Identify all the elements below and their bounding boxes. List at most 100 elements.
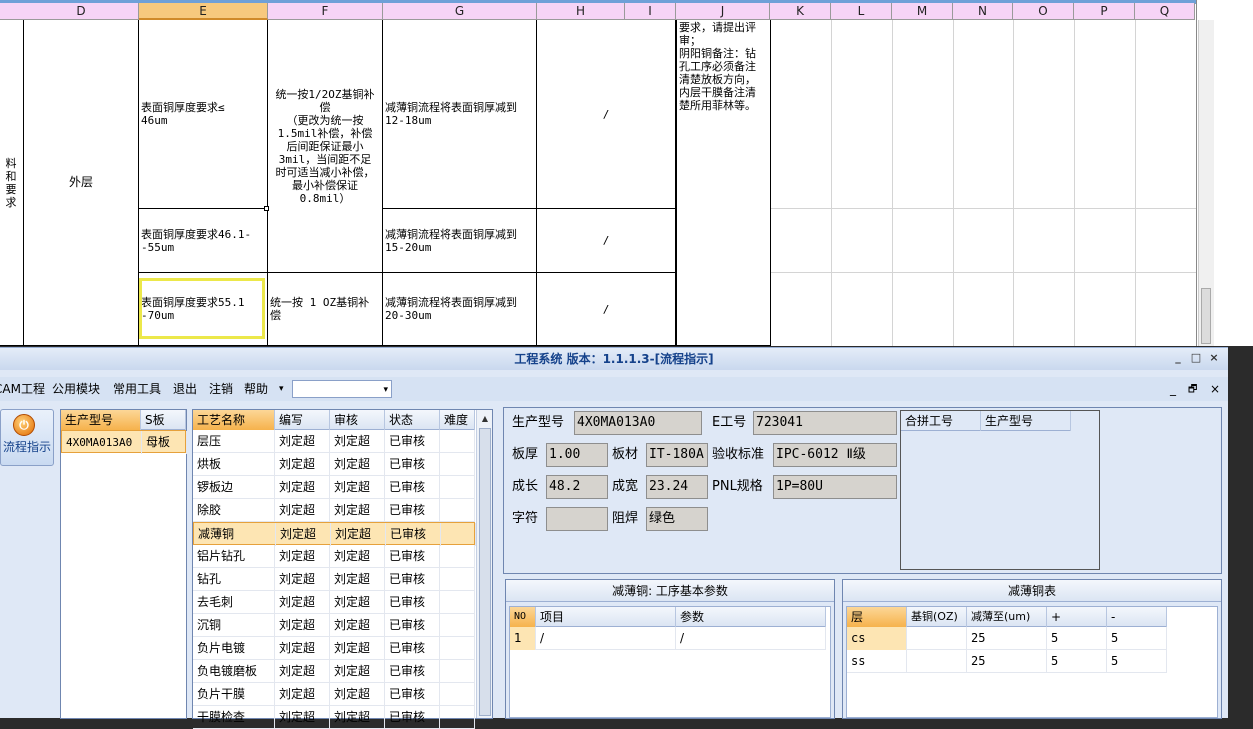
col-author[interactable]: 编写: [275, 410, 330, 430]
column-header-h[interactable]: H: [537, 3, 625, 20]
table-row[interactable]: cs 25 5 5: [847, 627, 1167, 650]
model-field[interactable]: 4X0MA013A0: [574, 411, 702, 435]
cell-f3[interactable]: 统一按 1 OZ基铜补 偿: [268, 273, 383, 346]
col-process-name[interactable]: 工艺名称: [193, 410, 275, 430]
cell-e1[interactable]: 表面铜厚度要求≤ 46um: [139, 20, 268, 209]
menu-cam[interactable]: CAM工程: [0, 377, 45, 401]
table-row[interactable]: 层压 刘定超 刘定超 已审核: [193, 430, 475, 453]
column-header-f[interactable]: F: [268, 3, 383, 20]
params-panel: 减薄铜: 工序基本参数 NO 项目 参数 1 / /: [505, 579, 835, 719]
col-merge-model[interactable]: 生产型号: [981, 411, 1071, 431]
table-row[interactable]: 1 / /: [510, 627, 826, 650]
minimize-button[interactable]: _: [1170, 350, 1186, 366]
table-row[interactable]: 4X0MA013A0 母板: [61, 430, 187, 454]
column-header-m[interactable]: M: [892, 3, 953, 20]
cell-j1[interactable]: 要求，请提出评 审； 阴阳铜备注：钻 孔工序必须备注 清楚放板方向， 内层干膜备…: [676, 20, 771, 346]
solder-mask-field[interactable]: 绿色: [646, 507, 708, 531]
table-cell: 负片电镀: [193, 637, 275, 660]
table-cell: 刘定超: [330, 476, 385, 499]
material-field[interactable]: IT-180A: [646, 443, 708, 467]
column-header-e[interactable]: E: [139, 3, 268, 20]
menu-logout[interactable]: 注销: [209, 377, 233, 401]
table-cell: 刘定超: [330, 430, 385, 453]
col-model[interactable]: 生产型号: [61, 410, 141, 430]
mdi-close-button[interactable]: ×: [1210, 382, 1220, 396]
col-layer[interactable]: 层: [847, 607, 907, 627]
column-header-j[interactable]: J: [676, 3, 770, 20]
cell-e2[interactable]: 表面铜厚度要求46.1- -55um: [139, 209, 268, 273]
cell-f1[interactable]: 统一按1/2OZ基铜补 偿 （更改为统一按 1.5mil补偿，补偿 后间距保证最…: [268, 20, 383, 273]
thickness-field[interactable]: 1.00: [546, 443, 608, 467]
process-grid-scrollbar[interactable]: ▲: [476, 410, 492, 718]
column-header-i[interactable]: I: [625, 3, 676, 20]
table-cell: [440, 499, 475, 522]
column-header-p[interactable]: P: [1074, 3, 1135, 20]
scroll-up-icon[interactable]: ▲: [479, 412, 491, 426]
fill-handle[interactable]: [264, 206, 269, 211]
column-header-n[interactable]: N: [953, 3, 1013, 20]
column-header-k[interactable]: K: [770, 3, 831, 20]
table-row[interactable]: 钻孔 刘定超 刘定超 已审核: [193, 568, 475, 591]
table-row[interactable]: 除胶 刘定超 刘定超 已审核: [193, 499, 475, 522]
table-row[interactable]: 减薄铜 刘定超 刘定超 已审核: [193, 522, 476, 546]
table-row[interactable]: ss 25 5 5: [847, 650, 1167, 673]
column-header-o[interactable]: O: [1013, 3, 1074, 20]
cell-g1[interactable]: 减薄铜流程将表面铜厚减到 12-18um: [383, 20, 537, 209]
cell-c-partial[interactable]: 料和 要求: [0, 20, 24, 346]
cell-h2[interactable]: /: [537, 209, 676, 273]
cell-s-board: 母板: [142, 431, 187, 454]
col-difficulty[interactable]: 难度: [440, 410, 475, 430]
cell-d-outer-layer[interactable]: 外层: [24, 20, 139, 346]
length-label: 成长: [512, 479, 539, 494]
toolbar-combo[interactable]: ▾: [292, 380, 392, 398]
mdi-minimize-button[interactable]: _: [1170, 382, 1176, 396]
chevron-down-icon[interactable]: ▾: [383, 381, 388, 399]
table-row[interactable]: 负片干膜 刘定超 刘定超 已审核: [193, 683, 475, 706]
cell-h3[interactable]: /: [537, 273, 676, 346]
col-plus[interactable]: +: [1047, 607, 1107, 627]
table-row[interactable]: 铝片钻孔 刘定超 刘定超 已审核: [193, 545, 475, 568]
mdi-restore-button[interactable]: 🗗: [1188, 382, 1197, 399]
table-row[interactable]: 负片电镀 刘定超 刘定超 已审核: [193, 637, 475, 660]
table-row[interactable]: 锣板边 刘定超 刘定超 已审核: [193, 476, 475, 499]
menu-tools[interactable]: 常用工具: [113, 377, 161, 401]
col-thin-to[interactable]: 减薄至(um): [967, 607, 1047, 627]
col-status[interactable]: 状态: [385, 410, 440, 430]
pnl-field[interactable]: 1P=80U: [773, 475, 897, 499]
col-merge-no[interactable]: 合拼工号: [901, 411, 981, 431]
col-base-copper[interactable]: 基铜(OZ): [907, 607, 967, 627]
copper-grid-header: 层 基铜(OZ) 减薄至(um) + -: [847, 607, 1167, 627]
column-header-g[interactable]: G: [383, 3, 537, 20]
width-field[interactable]: 23.24: [646, 475, 708, 499]
table-row[interactable]: 负电镀磨板 刘定超 刘定超 已审核: [193, 660, 475, 683]
e-number-field[interactable]: 723041: [753, 411, 897, 435]
table-row[interactable]: 沉铜 刘定超 刘定超 已审核: [193, 614, 475, 637]
maximize-button[interactable]: □: [1188, 350, 1204, 366]
scroll-thumb[interactable]: [479, 428, 491, 716]
column-header-q[interactable]: Q: [1135, 3, 1195, 20]
character-field[interactable]: [546, 507, 608, 531]
col-reviewer[interactable]: 审核: [330, 410, 385, 430]
col-item[interactable]: 项目: [536, 607, 676, 627]
col-param[interactable]: 参数: [676, 607, 826, 627]
menu-exit[interactable]: 退出: [173, 377, 197, 401]
col-s-board[interactable]: S板: [141, 410, 186, 430]
cell-g3[interactable]: 减薄铜流程将表面铜厚减到 20-30um: [383, 273, 537, 346]
sidebar-item-flow[interactable]: ⏻ 流程指示: [0, 409, 54, 466]
col-no[interactable]: NO: [510, 607, 536, 627]
menu-common-module[interactable]: 公用模块: [52, 377, 100, 401]
sheet-scroll-thumb[interactable]: [1201, 288, 1211, 344]
table-row[interactable]: 烘板 刘定超 刘定超 已审核: [193, 453, 475, 476]
help-dropdown-icon[interactable]: ▾: [279, 377, 284, 401]
close-button[interactable]: ×: [1206, 350, 1222, 366]
cell-g2[interactable]: 减薄铜流程将表面铜厚减到 15-20um: [383, 209, 537, 273]
col-minus[interactable]: -: [1107, 607, 1167, 627]
acceptance-field[interactable]: IPC-6012 Ⅱ级: [773, 443, 897, 467]
menu-help[interactable]: 帮助: [244, 377, 268, 401]
column-header-d[interactable]: D: [24, 3, 139, 20]
cell-h1[interactable]: /: [537, 20, 676, 209]
table-row[interactable]: 去毛刺 刘定超 刘定超 已审核: [193, 591, 475, 614]
length-field[interactable]: 48.2: [546, 475, 608, 499]
column-header-l[interactable]: L: [831, 3, 892, 20]
table-cell: 刘定超: [275, 683, 330, 706]
